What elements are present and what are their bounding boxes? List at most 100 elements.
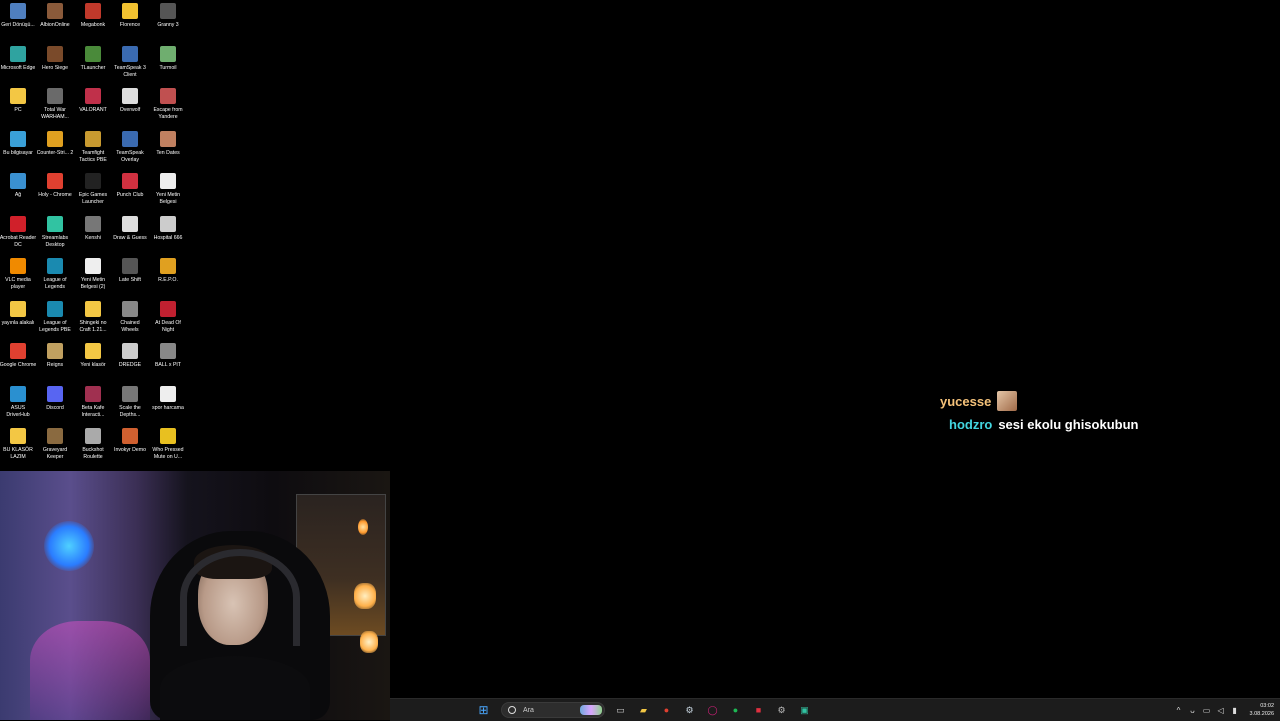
desktop-icon-label: Invokyr Demo: [114, 447, 146, 453]
desktop-icon[interactable]: DREDGE: [112, 340, 148, 369]
taskbar-app-button[interactable]: ■: [750, 701, 768, 719]
desktop-icon[interactable]: PC: [0, 85, 36, 114]
battery-icon[interactable]: ▮: [1229, 706, 1241, 715]
desktop-icon-label: Turmoil: [159, 64, 177, 71]
desktop-icon[interactable]: TeamSpeak Overlay: [112, 128, 148, 164]
desktop-icon[interactable]: Acrobat Reader DC: [0, 213, 36, 249]
taskbar-app-button[interactable]: ⚙: [773, 701, 791, 719]
taskbar-app-button[interactable]: ◯: [704, 701, 722, 719]
desktop-icon[interactable]: Reigns: [37, 340, 73, 369]
desktop-icon-label: Who Pressed Mute on U...: [152, 447, 184, 460]
chat-emote-icon: [997, 391, 1018, 411]
desktop-icon[interactable]: Graveyard Keeper: [37, 425, 73, 461]
desktop-icon-label: VLC media player: [5, 277, 31, 290]
desktop-icon[interactable]: Escape from Yandere: [150, 85, 186, 121]
desktop-icon[interactable]: spor harcama: [150, 383, 186, 412]
taskbar-app-button[interactable]: ●: [658, 701, 676, 719]
start-button[interactable]: ⊞: [475, 701, 493, 719]
desktop-icon[interactable]: R.E.P.O.: [150, 255, 186, 284]
reigns-icon: [47, 343, 63, 359]
taskbar-apps: ▭ ▰ ● ⚙ ◯ ● ■ ⚙ ▣: [609, 701, 816, 719]
microphone-icon[interactable]: ᴗ: [1187, 706, 1199, 715]
desktop-icon[interactable]: Who Pressed Mute on U...: [150, 425, 186, 461]
desktop-icon-label: League of Legends: [43, 277, 67, 290]
desktop-icon-label: Ten Dates: [156, 149, 180, 156]
desktop-icon[interactable]: Google Chrome: [0, 340, 36, 369]
desktop-icon[interactable]: Turmoil: [150, 43, 186, 72]
desktop-icon[interactable]: VALORANT: [75, 85, 111, 114]
desktop-icon[interactable]: Buckshot Roulette: [75, 425, 111, 461]
taskbar-app-button[interactable]: ▣: [796, 701, 814, 719]
desktop-icon[interactable]: BALL x PIT: [150, 340, 186, 369]
desktop-icon[interactable]: ASUS DriverHub: [0, 383, 36, 419]
desktop-icon-label: Epic Games Launcher: [78, 192, 108, 205]
network-icon[interactable]: ▭: [1201, 706, 1213, 715]
desktop-icon[interactable]: League of Legends PBE: [37, 298, 73, 334]
desktop-icon[interactable]: Epic Games Launcher: [75, 170, 111, 206]
chevron-up-icon[interactable]: ^: [1173, 706, 1185, 715]
desktop-icon[interactable]: Hero Siege: [37, 43, 73, 72]
epic-games-icon: [85, 173, 101, 189]
desktop-icon[interactable]: League of Legends: [37, 255, 73, 291]
desktop-icon[interactable]: Bu bilgisayar: [0, 128, 36, 157]
desktop-icon[interactable]: Kenshi: [75, 213, 111, 242]
desktop-icon[interactable]: Granny 3: [150, 0, 186, 29]
desktop-icon[interactable]: Draw & Guess: [112, 213, 148, 242]
desktop-icon-label: Draw & Guess: [113, 234, 147, 241]
desktop-icon[interactable]: Total War WARHAM...: [37, 85, 73, 121]
desktop-icon[interactable]: Counter-Stri... 2: [37, 128, 73, 157]
desktop-icon-label: Hero Siege: [42, 64, 68, 71]
desktop-icon[interactable]: Overwolf: [112, 85, 148, 114]
desktop-icon[interactable]: TeamSpeak 3 Client: [112, 43, 148, 79]
desktop-icon[interactable]: Invokyr Demo: [112, 425, 148, 454]
repo-icon: [160, 258, 176, 274]
desktop-icon-label: Ağ: [14, 192, 22, 198]
desktop-icon[interactable]: BU KLASÖR LAZIM: [0, 425, 36, 461]
discord-icon: [47, 385, 63, 402]
desktop-icon[interactable]: VLC media player: [0, 255, 36, 291]
taskbar-app-button[interactable]: ▰: [635, 701, 653, 719]
desktop-icon[interactable]: Chained Wheels: [112, 298, 148, 334]
desktop-icon-label: Megabonk: [80, 22, 106, 28]
valorant-icon: [85, 88, 101, 104]
desktop-icon[interactable]: Yeni Metin Belgesi (2): [75, 255, 111, 291]
desktop-icon[interactable]: Teamfight Tactics PBE: [75, 128, 111, 164]
chrome-icon: [10, 343, 26, 359]
desktop-icon-label: ASUS DriverHub: [6, 404, 30, 418]
desktop-icon[interactable]: Shingeki no Craft 1.21...: [75, 298, 111, 334]
desktop-icon[interactable]: Microsoft Edge: [0, 43, 36, 72]
streamlabs-icon: [47, 215, 63, 232]
desktop-icon[interactable]: TLauncher: [75, 43, 111, 72]
desktop-icon[interactable]: Discord: [37, 383, 73, 412]
start-icon: ⊞: [478, 703, 489, 717]
clock[interactable]: 03:02 3.08.2026: [1250, 702, 1274, 718]
desktop-icon[interactable]: At Dead Of Night: [150, 298, 186, 334]
taskbar-app-button[interactable]: ●: [727, 701, 745, 719]
desktop-icon[interactable]: yayınla alakalı: [0, 298, 36, 327]
desktop-icon[interactable]: Yeni Metin Belgesi: [150, 170, 186, 206]
desktop-icon[interactable]: Florence: [112, 0, 148, 29]
teamspeak-overlay-icon: [122, 130, 138, 147]
desktop-icon[interactable]: Megabonk: [75, 0, 111, 29]
desktop-icon[interactable]: Ten Dates: [150, 128, 186, 157]
desktop-icon[interactable]: AlbionOnline: [37, 0, 73, 29]
league-pbe-icon: [47, 300, 63, 317]
desktop-icon[interactable]: Yeni klasör: [75, 340, 111, 369]
speaker-icon[interactable]: ◁: [1215, 706, 1227, 715]
taskbar-search[interactable]: Ara: [501, 702, 605, 718]
clock-date: 3.08.2026: [1249, 711, 1274, 717]
desktop-icon[interactable]: Holy - Chrome: [37, 170, 73, 199]
taskbar-app-button[interactable]: ▭: [612, 701, 630, 719]
teamfight-tactics-icon: [85, 130, 101, 147]
desktop-icon[interactable]: Ağ: [0, 170, 36, 199]
desktop-icon-label: Microsoft Edge: [0, 64, 36, 71]
desktop-icon[interactable]: Hospital 666: [150, 213, 186, 242]
taskbar-app-button[interactable]: ⚙: [681, 701, 699, 719]
desktop-icon-label: DREDGE: [118, 362, 142, 368]
desktop-icon[interactable]: Geri Dönüşü...: [0, 0, 36, 29]
desktop-icon[interactable]: Beta Kafe Interacti...: [75, 383, 111, 419]
desktop-icon[interactable]: Scale the Depths...: [112, 383, 148, 419]
desktop-icon[interactable]: Streamlabs Desktop: [37, 213, 73, 249]
desktop-icon[interactable]: Punch Club: [112, 170, 148, 199]
desktop-icon[interactable]: Late Shift: [112, 255, 148, 284]
